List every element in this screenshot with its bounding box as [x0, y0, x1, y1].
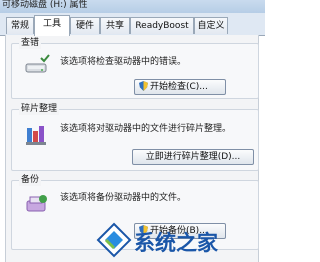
tab-readyboost[interactable]: ReadyBoost: [130, 17, 194, 34]
defrag-title: 碎片整理: [19, 103, 60, 115]
defrag-description: 该选项将对驱动器中的文件进行碎片整理。: [60, 124, 232, 134]
defrag-icon: [26, 126, 46, 145]
error-check-group: 查错 该选项将检查驱动器中的错误。 开始检查(C)...: [11, 37, 259, 99]
tab-hardware[interactable]: 硬件: [70, 17, 100, 34]
start-check-button[interactable]: 开始检查(C)...: [134, 79, 226, 95]
error-check-description: 该选项将检查驱动器中的错误。: [60, 57, 187, 67]
error-check-title: 查错: [19, 37, 42, 49]
tab-sharing[interactable]: 共享: [100, 17, 130, 34]
tab-general[interactable]: 常规: [6, 17, 34, 34]
watermark: 系统之家: [88, 220, 265, 262]
tab-tools[interactable]: 工具: [34, 15, 70, 36]
tab-strip: 常规 工具 硬件 共享 ReadyBoost 自定义: [0, 13, 265, 36]
defrag-group: 碎片整理 该选项将对驱动器中的文件进行碎片整理。 立即进行碎片整理(D)...: [11, 103, 259, 171]
defrag-now-button[interactable]: 立即进行碎片整理(D)...: [132, 149, 254, 165]
tab-customize[interactable]: 自定义: [194, 17, 228, 34]
drive-check-icon: [25, 54, 50, 73]
watermark-logo-icon: [96, 222, 132, 258]
window-title: 可移动磁盘 (H:) 属性: [2, 0, 88, 10]
title-bar: 可移动磁盘 (H:) 属性: [0, 0, 265, 13]
backup-icon: [26, 195, 47, 212]
watermark-text: 系统之家: [134, 231, 218, 255]
uac-shield-icon: [139, 81, 148, 91]
backup-title: 备份: [19, 174, 42, 186]
defrag-now-label: 立即进行碎片整理(D)...: [145, 152, 241, 162]
start-check-label: 开始检查(C)...: [150, 82, 208, 92]
backup-description: 该选项将备份驱动器中的文件。: [60, 193, 187, 203]
